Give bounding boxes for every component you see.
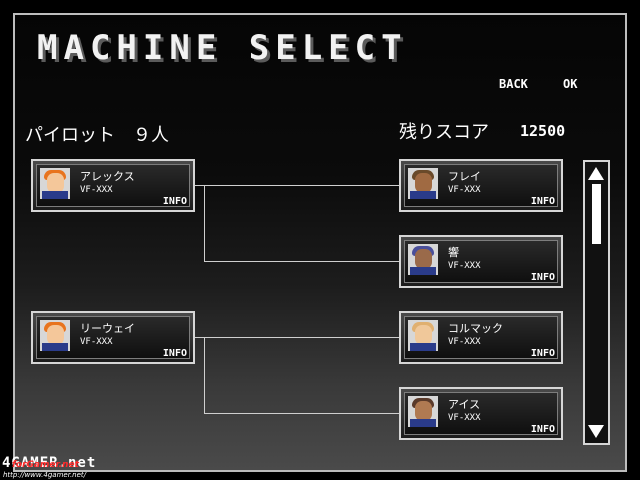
scrollbar[interactable] [583,160,610,445]
pilot-name: コルマック [448,322,503,335]
connector-line [204,337,205,414]
pilot-portrait [408,244,438,275]
scroll-up-arrow-icon[interactable] [588,167,604,180]
pilot-name: アイス [448,398,481,411]
scroll-down-arrow-icon[interactable] [588,425,604,438]
machine-model: VF-XXX [448,185,481,195]
connector-line [204,261,399,262]
site-watermark: 4GAMER.net forGamer.net http://www.4game… [0,455,110,480]
info-button[interactable]: INFO [163,196,187,207]
info-button[interactable]: INFO [531,424,555,435]
pilot-portrait [408,396,438,427]
game-screen: MACHINE SELECT BACK OK パイロット ９人 残りスコア 12… [0,0,640,480]
pilot-name: フレイ [448,170,481,183]
pilot-card-liwei[interactable]: リーウェイ VF-XXX INFO [31,311,195,364]
machine-model: VF-XXX [80,185,113,195]
pilot-count-label: パイロット ９人 [25,125,169,146]
remaining-score-label: 残りスコア [399,122,489,143]
pilot-portrait [40,168,70,199]
machine-model: VF-XXX [448,413,481,423]
watermark-url: http://www.4gamer.net/ [3,471,87,479]
info-button[interactable]: INFO [163,348,187,359]
connector-line [195,337,399,338]
watermark-tag: forGamer.net [12,460,79,470]
pilot-card-alex[interactable]: アレックス VF-XXX INFO [31,159,195,212]
pilot-portrait [408,320,438,351]
pilot-card-cormac[interactable]: コルマック VF-XXX INFO [399,311,563,364]
pilot-portrait [408,168,438,199]
remaining-score-value: 12500 [520,122,566,140]
pilot-card-ice[interactable]: アイス VF-XXX INFO [399,387,563,440]
pilot-name: リーウェイ [80,322,135,335]
screen-title: MACHINE SELECT [37,28,408,68]
pilot-card-hibiki[interactable]: 響 VF-XXX INFO [399,235,563,288]
machine-model: VF-XXX [448,337,481,347]
info-button[interactable]: INFO [531,196,555,207]
connector-line [204,185,205,262]
back-button[interactable]: BACK [499,77,528,91]
info-button[interactable]: INFO [531,348,555,359]
machine-model: VF-XXX [448,261,481,271]
pilot-card-frey[interactable]: フレイ VF-XXX INFO [399,159,563,212]
pilot-name: アレックス [80,170,135,183]
pilot-name: 響 [448,246,459,259]
machine-model: VF-XXX [80,337,113,347]
scroll-thumb[interactable] [592,184,601,244]
connector-line [204,413,399,414]
info-button[interactable]: INFO [531,272,555,283]
connector-line [195,185,399,186]
ok-button[interactable]: OK [563,77,577,91]
pilot-portrait [40,320,70,351]
